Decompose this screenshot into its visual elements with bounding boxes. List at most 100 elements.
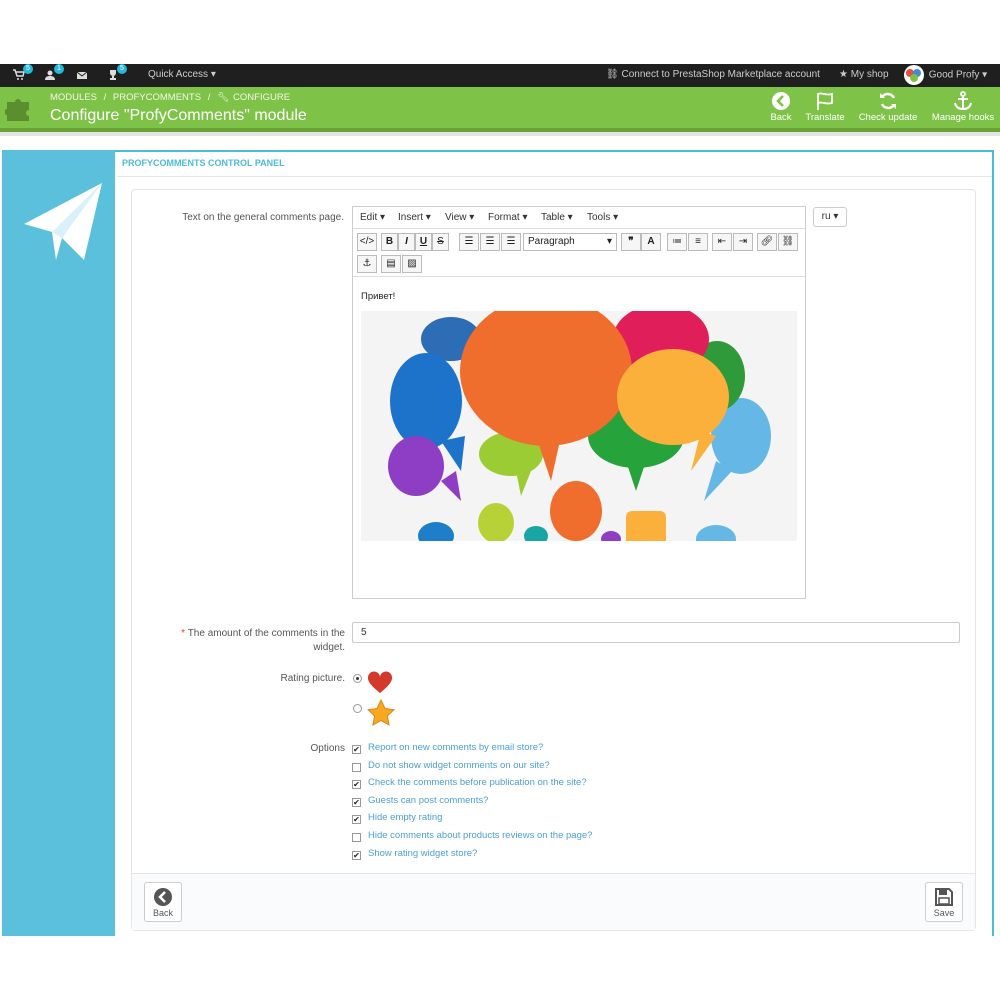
quick-access-menu[interactable]: Quick Access ▾ [148, 69, 216, 80]
format-select[interactable]: Paragraph ▾ [523, 233, 617, 251]
trophy-notification[interactable]: 5 [107, 64, 127, 83]
language-select[interactable]: ru ▾ [813, 207, 847, 227]
underline-button[interactable]: U [415, 233, 432, 251]
speech-bubbles-image[interactable] [361, 311, 797, 541]
align-right-icon: ☰ [506, 236, 516, 247]
check-update-label: Check update [858, 112, 918, 123]
footer-back-button[interactable]: Back [144, 882, 182, 922]
options-label: Options [310, 743, 345, 754]
menu-insert[interactable]: Insert ▾ [398, 212, 431, 223]
page-title: Configure "ProfyComments" module [50, 107, 307, 124]
blockquote-button[interactable]: ❞ [621, 233, 641, 251]
option-checkbox-1[interactable]: ✔ [352, 745, 361, 754]
customers-badge: 1 [54, 64, 64, 74]
option-checkbox-4[interactable]: ✔ [352, 798, 361, 807]
menu-edit[interactable]: Edit ▾ [360, 212, 385, 223]
caret-down-icon: ▾ [606, 236, 612, 247]
image-icon: ▨ [407, 258, 417, 269]
align-right-button[interactable]: ☰ [501, 233, 521, 251]
text-color-icon: A [647, 236, 655, 247]
source-code-button[interactable]: </> [357, 233, 377, 251]
my-shop-link[interactable]: ★ My shop [839, 69, 889, 80]
anchor-button[interactable]: ⚓︎ [357, 255, 377, 273]
option-label-2[interactable]: Do not show widget comments on our site? [368, 760, 550, 771]
breadcrumb-configure: CONFIGURE [233, 92, 291, 103]
option-label-7[interactable]: Show rating widget store? [368, 848, 477, 859]
italic-icon: I [405, 236, 408, 247]
rating-star-radio[interactable] [353, 704, 362, 713]
option-label-1[interactable]: Report on new comments by email store? [368, 742, 543, 753]
page-header: MODULES / PROFYCOMMENTS / 🔧︎ CONFIGURE Co… [0, 87, 1000, 128]
text-field-label: Text on the general comments page. [182, 212, 344, 223]
editor-text: Привет! [361, 291, 396, 302]
option-checkbox-3[interactable]: ✔ [352, 780, 361, 789]
outdent-button[interactable]: ⇤ [712, 233, 732, 251]
bold-button[interactable]: B [381, 233, 398, 251]
language-value: ru [821, 211, 831, 222]
menu-insert-label: Insert [398, 212, 424, 223]
check-update-button[interactable]: Check update [857, 91, 919, 123]
breadcrumb-profycomments[interactable]: PROFYCOMMENTS [113, 92, 201, 103]
menu-table-label: Table [541, 212, 565, 223]
option-checkbox-5[interactable]: ✔ [352, 815, 361, 824]
strikethrough-icon: S [437, 236, 444, 247]
numbered-list-button[interactable]: ≡ [688, 233, 708, 251]
envelope-icon [76, 71, 88, 79]
menu-table[interactable]: Table ▾ [541, 212, 573, 223]
format-select-value: Paragraph [528, 236, 575, 247]
form-footer: Back Save [132, 873, 975, 930]
option-label-5[interactable]: Hide empty rating [368, 812, 442, 823]
rating-heart-radio[interactable] [353, 674, 362, 683]
orders-notification[interactable]: 5 [13, 64, 33, 83]
breadcrumb-modules[interactable]: MODULES [50, 92, 97, 103]
floppy-disk-icon [935, 888, 953, 906]
editor-toolbar-row-2: ⚓︎ ▤ ▨ [353, 253, 805, 275]
speech-bubbles-illustration [361, 311, 797, 541]
translate-button[interactable]: Translate [804, 91, 846, 123]
messages-notification[interactable] [76, 69, 88, 83]
text-color-button[interactable]: A [641, 233, 661, 251]
indent-button[interactable]: ⇥ [733, 233, 753, 251]
required-marker: * [181, 628, 186, 639]
manage-hooks-button[interactable]: Manage hooks [930, 91, 996, 123]
header-shadow [0, 132, 1000, 136]
unlink-button[interactable]: ⛓ [778, 233, 798, 251]
italic-button[interactable]: I [398, 233, 415, 251]
insert-media-button[interactable]: ▤ [381, 255, 401, 273]
bullet-list-button[interactable]: ≔ [667, 233, 687, 251]
save-button[interactable]: Save [925, 882, 963, 922]
insert-image-button[interactable]: ▨ [402, 255, 422, 273]
caret-down-icon: ▾ [982, 69, 988, 81]
connect-marketplace-link[interactable]: ⛓ Connect to PrestaShop Marketplace acco… [606, 69, 820, 80]
align-left-button[interactable]: ☰ [459, 233, 479, 251]
rich-text-editor[interactable]: Edit ▾ Insert ▾ View ▾ Format ▾ Table ▾ … [352, 206, 806, 599]
panel-title-divider [117, 176, 992, 177]
module-sidebar [2, 150, 115, 936]
customers-notification[interactable]: 1 [44, 64, 64, 83]
option-label-4[interactable]: Guests can post comments? [368, 795, 488, 806]
star-icon [367, 699, 395, 726]
trophy-badge: 5 [117, 64, 127, 74]
option-checkbox-6[interactable] [352, 833, 361, 842]
panel-title: PROFYCOMMENTS CONTROL PANEL [122, 158, 285, 168]
anchor-icon [954, 91, 972, 111]
amount-input[interactable]: 5 [352, 622, 960, 643]
insert-link-button[interactable]: 🔗︎ [757, 233, 777, 251]
top-navbar: 5 1 5 Quick Access ▾ ⛓ Connect to Presta… [0, 64, 1000, 87]
option-label-3[interactable]: Check the comments before publication on… [368, 777, 587, 788]
breadcrumb-separator: / [207, 92, 211, 103]
back-button[interactable]: Back [766, 91, 796, 123]
menu-tools[interactable]: Tools ▾ [587, 212, 618, 223]
user-menu[interactable]: Good Profy ▾ [902, 65, 987, 85]
menu-view[interactable]: View ▾ [445, 212, 474, 223]
flag-icon [817, 92, 833, 110]
option-label-6[interactable]: Hide comments about products reviews on … [368, 830, 592, 841]
menu-edit-label: Edit [360, 212, 378, 223]
align-center-button[interactable]: ☰ [480, 233, 500, 251]
option-checkbox-7[interactable]: ✔ [352, 851, 361, 860]
star-icon: ★ [839, 69, 848, 80]
menu-format[interactable]: Format ▾ [488, 212, 527, 223]
strikethrough-button[interactable]: S [432, 233, 449, 251]
option-checkbox-2[interactable] [352, 763, 361, 772]
outdent-icon: ⇤ [717, 236, 727, 247]
